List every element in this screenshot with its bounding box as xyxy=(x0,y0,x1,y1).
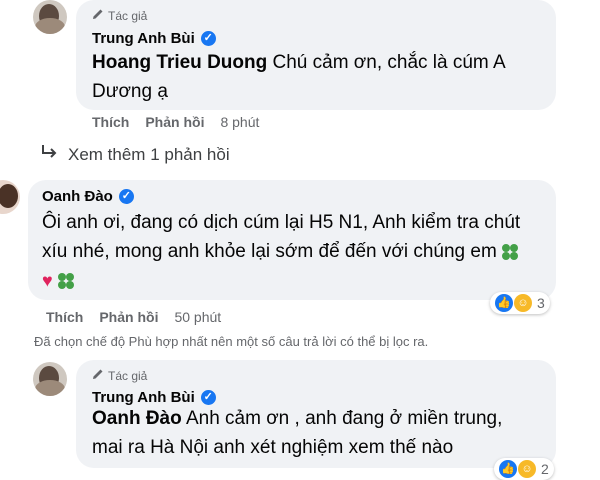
mention-link[interactable]: Oanh Đào xyxy=(92,408,182,429)
comment-text-line2: Dương ạ xyxy=(92,81,168,102)
reaction-count: 3 xyxy=(537,295,545,311)
four-leaf-clover-icon xyxy=(57,272,74,289)
author-tag-label: Tác giả xyxy=(108,8,148,23)
reply-button[interactable]: Phản hồi xyxy=(145,114,204,130)
reply-button[interactable]: Phản hồi xyxy=(99,309,158,325)
comment-actions: Thích Phản hồi 8 phút xyxy=(92,114,259,130)
pencil-icon xyxy=(92,8,104,23)
care-reaction-icon: ☺ xyxy=(518,460,536,478)
pencil-icon xyxy=(92,368,104,383)
author-tag: Tác giả xyxy=(92,368,147,383)
filter-notice: Đã chọn chế độ Phù hợp nhất nên một số c… xyxy=(34,334,429,349)
view-more-label[interactable]: Xem thêm 1 phản hồi xyxy=(68,145,230,165)
comment-time[interactable]: 8 phút xyxy=(220,114,259,130)
mention-link[interactable]: Hoang Trieu Duong xyxy=(92,52,267,73)
comment-text-line2: mai ra Hà Nội anh xét nghiệm xem thế nào xyxy=(92,437,454,458)
like-reaction-icon: 👍 xyxy=(495,294,513,312)
verified-icon: ✓ xyxy=(118,189,134,204)
like-button[interactable]: Thích xyxy=(92,114,129,130)
like-button[interactable]: Thích xyxy=(46,309,83,325)
avatar-trung-anh-bui[interactable] xyxy=(33,0,67,34)
view-more-replies-link[interactable]: Xem thêm 1 phản hồi xyxy=(40,144,230,165)
comment-author-name[interactable]: Oanh Đào xyxy=(42,188,113,205)
comment-text-line2: xíu nhé, mong anh khỏe lại sớm để đến vớ… xyxy=(42,241,497,262)
care-reaction-icon: ☺ xyxy=(514,294,532,312)
comment-text: Oanh Đào Anh cảm ơn , anh đang ở miền tr… xyxy=(92,404,552,462)
comment-text-line1: Ôi anh ơi, đang có dịch cúm lại H5 N1, A… xyxy=(42,212,521,233)
reply-arrow-icon xyxy=(40,144,58,165)
comment-text: Hoang Trieu Duong Chú cảm ơn, chắc là cú… xyxy=(92,48,552,106)
red-heart-icon: ♥ xyxy=(42,270,53,291)
reaction-summary[interactable]: 👍 ☺ 3 xyxy=(490,292,550,314)
comment-author-row: Oanh Đào ✓ xyxy=(42,188,134,205)
like-reaction-icon: 👍 xyxy=(499,460,517,478)
reaction-count: 2 xyxy=(541,461,549,477)
comment-author-name[interactable]: Trung Anh Bùi xyxy=(92,30,195,47)
reaction-summary[interactable]: 👍 ☺ 2 xyxy=(494,458,554,480)
verified-icon: ✓ xyxy=(200,390,216,405)
avatar-oanh-dao[interactable] xyxy=(0,180,20,214)
author-tag: Tác giả xyxy=(92,8,147,23)
comment-text: Ôi anh ơi, đang có dịch cúm lại H5 N1, A… xyxy=(42,208,552,295)
comment-actions: Thích Phản hồi 50 phút xyxy=(46,309,221,325)
avatar-trung-anh-bui[interactable] xyxy=(33,362,67,396)
four-leaf-clover-icon xyxy=(502,243,519,260)
comment-text-line1: Anh cảm ơn , anh đang ở miền trung, xyxy=(185,408,503,429)
comment-author-row: Trung Anh Bùi ✓ xyxy=(92,30,216,47)
verified-icon: ✓ xyxy=(200,31,216,46)
comment-text-line1: Chú cảm ơn, chắc là cúm A xyxy=(272,52,506,73)
author-tag-label: Tác giả xyxy=(108,368,148,383)
comment-time[interactable]: 50 phút xyxy=(174,309,221,325)
